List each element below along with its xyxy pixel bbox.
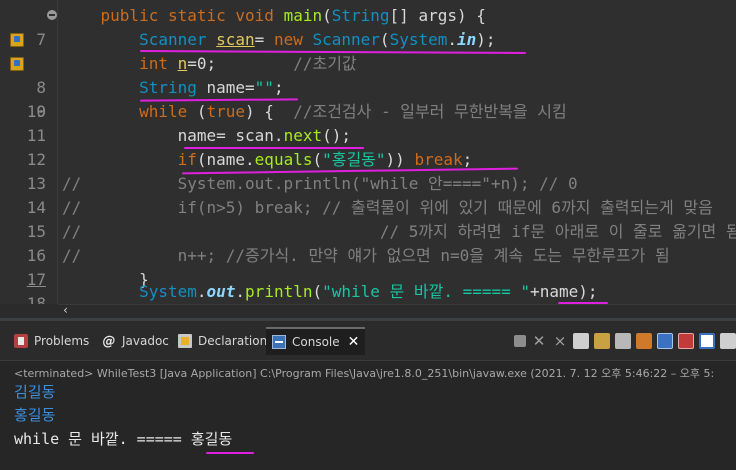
code-line-8[interactable]: 8 Scanner scan= new Scanner(System.in); <box>0 28 736 97</box>
code-text: int n=0; //초기값 <box>139 54 357 73</box>
code-line-19[interactable]: 19 System.out.println("while 문 바깥. =====… <box>0 280 736 304</box>
pin-console-icon[interactable] <box>636 333 652 349</box>
code-text: String name=""; <box>139 78 284 97</box>
code-editor[interactable]: 7 public static void main(String[] args)… <box>0 0 736 304</box>
code-text: Scanner scan= new Scanner(System.in); <box>139 30 496 49</box>
code-line-13[interactable]: 13 if(name.equals("홍길동")) break; <box>0 148 736 193</box>
code-text: // System.out.println("while 안===="+n); … <box>62 174 578 193</box>
code-text: // if(n>5) break; // 출력물이 위에 있기 때문에 6까지 … <box>62 198 713 217</box>
warning-marker-icon[interactable] <box>10 57 24 71</box>
console-output-line: while 문 바깥. ===== 홍길동 <box>14 430 233 448</box>
word-wrap-icon[interactable] <box>615 333 631 349</box>
code-line-12[interactable]: 12 name= scan.next(); <box>0 124 736 169</box>
remove-launch-icon[interactable]: ✕ <box>531 333 547 349</box>
tab-javadoc[interactable]: @ Javadoc <box>102 329 169 353</box>
scroll-lock-icon[interactable] <box>594 333 610 349</box>
terminated-status: <terminated> WhileTest3 [Java Applicatio… <box>14 367 715 380</box>
annotation-underline <box>184 147 364 149</box>
code-text: while (true) { //조건검사 - 일부러 무한반복을 시킴 <box>139 102 567 121</box>
fold-toggle-icon[interactable] <box>47 10 57 20</box>
close-icon[interactable]: ✕ <box>348 334 360 350</box>
code-text: System.out.println("while 문 바깥. ===== "+… <box>139 282 598 301</box>
remove-all-icon[interactable]: ⨯ <box>552 333 568 349</box>
console-icon <box>272 335 286 349</box>
view-menu-icon[interactable] <box>720 333 736 349</box>
console-output-line: 김길동 <box>14 383 56 401</box>
code-text: // // 5까지 하려면 if문 아래로 이 줄로 옮기면 됨 <box>62 222 736 241</box>
new-console-icon[interactable] <box>699 333 715 349</box>
code-text: // n++; //증가식. 만약 얘가 없으면 n=0을 계속 도는 무한루프… <box>62 246 670 265</box>
terminate-icon[interactable] <box>514 335 526 347</box>
code-text: name= scan.next(); <box>177 126 351 145</box>
code-line-7[interactable]: 7 public static void main(String[] args)… <box>0 4 736 49</box>
console-output-line: 홍길동 <box>14 406 56 424</box>
code-line-14[interactable]: 14 // System.out.println("while 안===="+n… <box>0 172 736 217</box>
clear-console-icon[interactable] <box>573 333 589 349</box>
display-console-icon[interactable] <box>657 333 673 349</box>
tab-declaration[interactable]: Declaration <box>178 329 267 353</box>
console-view[interactable]: Problems @ Javadoc Declaration Console ✕… <box>0 318 736 470</box>
tab-problems[interactable]: Problems <box>14 329 89 353</box>
code-line-17[interactable]: 17 // n++; //증가식. 만약 얘가 없으면 n=0을 계속 도는 무… <box>0 244 736 289</box>
problems-icon <box>14 334 28 348</box>
console-toolbar: ✕ ⨯ <box>514 331 736 351</box>
open-console-icon[interactable] <box>678 333 694 349</box>
scroll-left-icon[interactable]: ‹ <box>62 303 69 317</box>
view-tab-bar: Problems @ Javadoc Declaration Console ✕… <box>0 321 736 361</box>
code-line-10[interactable]: 10 String name=""; <box>0 76 736 121</box>
javadoc-icon: @ <box>102 334 116 349</box>
annotation-underline <box>206 452 254 454</box>
horizontal-scrollbar[interactable]: ‹ <box>58 303 736 318</box>
code-line-15[interactable]: 15 // if(n>5) break; // 출력물이 위에 있기 때문에 6… <box>0 196 736 241</box>
code-line-11[interactable]: 11 while (true) { //조건검사 - 일부러 무한반복을 시킴 <box>0 100 736 145</box>
code-line-9[interactable]: 9 int n=0; //초기값 <box>0 52 736 121</box>
declaration-icon <box>178 334 192 348</box>
tab-console[interactable]: Console ✕ <box>266 327 366 355</box>
warning-marker-icon[interactable] <box>10 33 24 47</box>
code-line-16[interactable]: 16 // // 5까지 하려면 if문 아래로 이 줄로 옮기면 됨 <box>0 220 736 265</box>
code-text: public static void main(String[] args) { <box>100 6 486 25</box>
